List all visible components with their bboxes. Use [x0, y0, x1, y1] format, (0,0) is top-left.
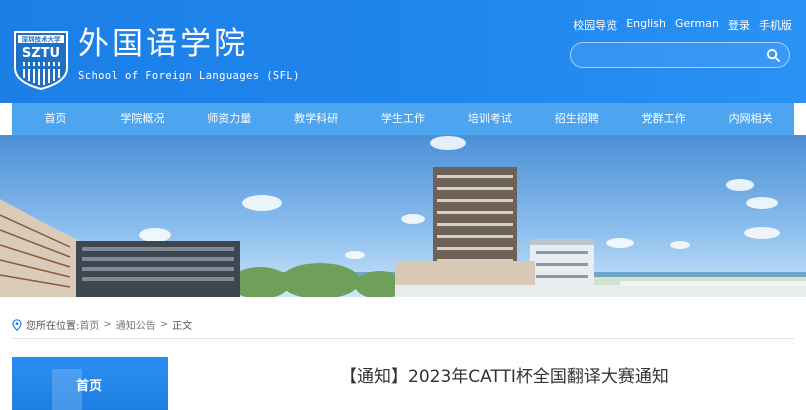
logo-badge-text: 深圳技术大学 — [22, 35, 62, 44]
site-subtitle: School of Foreign Languages (SFL) — [78, 70, 300, 82]
nav-item-student-affairs[interactable]: 学生工作 — [360, 103, 447, 135]
breadcrumb-item-current: 正文 — [172, 321, 193, 332]
nav-item-teaching-research[interactable]: 教学科研 — [273, 103, 360, 135]
nav-item-about[interactable]: 学院概况 — [99, 103, 186, 135]
link-english[interactable]: English — [626, 17, 666, 33]
search-icon[interactable] — [766, 48, 781, 63]
page: 深圳技术大学 SZTU 外国语学院 School of Foreign Lang… — [0, 0, 806, 410]
breadcrumb-item-home[interactable]: 首页 — [79, 317, 99, 332]
nav-item-party-work[interactable]: 党群工作 — [620, 103, 707, 135]
nav-item-training-exams[interactable]: 培训考试 — [446, 103, 533, 135]
link-campus-tour[interactable]: 校园导览 — [573, 17, 617, 33]
sidebar-header: 首页 — [12, 357, 168, 410]
article-title: 【通知】2023年CATTI杯全国翻译大赛通知 — [340, 367, 669, 387]
breadcrumb-divider — [12, 338, 794, 339]
location-pin-icon — [12, 318, 22, 331]
top-links: 校园导览 English German 登录 手机版 — [573, 17, 792, 33]
site-title: 外国语学院 — [78, 26, 248, 62]
nav-item-intranet[interactable]: 内网相关 — [707, 103, 794, 135]
breadcrumb-item-notices[interactable]: 通知公告 — [116, 317, 156, 332]
campus-banner-image — [0, 135, 806, 297]
link-login[interactable]: 登录 — [728, 17, 750, 33]
search-input[interactable] — [581, 46, 761, 64]
nav-item-home[interactable]: 首页 — [12, 103, 99, 135]
main-nav: 首页 学院概况 师资力量 教学科研 学生工作 培训考试 招生招聘 党群工作 内网… — [12, 103, 794, 135]
search-box — [570, 42, 790, 68]
logo-short-name: SZTU — [22, 46, 60, 61]
site-header: 深圳技术大学 SZTU 外国语学院 School of Foreign Lang… — [0, 0, 806, 103]
link-german[interactable]: German — [675, 17, 719, 33]
link-mobile-version[interactable]: 手机版 — [759, 17, 792, 33]
breadcrumb-separator: > — [103, 319, 112, 330]
sztu-logo[interactable]: 深圳技术大学 SZTU — [13, 30, 69, 90]
breadcrumb-label: 您所在位置: — [26, 321, 80, 332]
breadcrumb: 您所在位置: 首页 > 通知公告 > 正文 — [12, 317, 192, 332]
sidebar-title[interactable]: 首页 — [76, 375, 102, 394]
nav-item-faculty[interactable]: 师资力量 — [186, 103, 273, 135]
nav-item-admissions[interactable]: 招生招聘 — [533, 103, 620, 135]
breadcrumb-separator: > — [159, 319, 169, 330]
